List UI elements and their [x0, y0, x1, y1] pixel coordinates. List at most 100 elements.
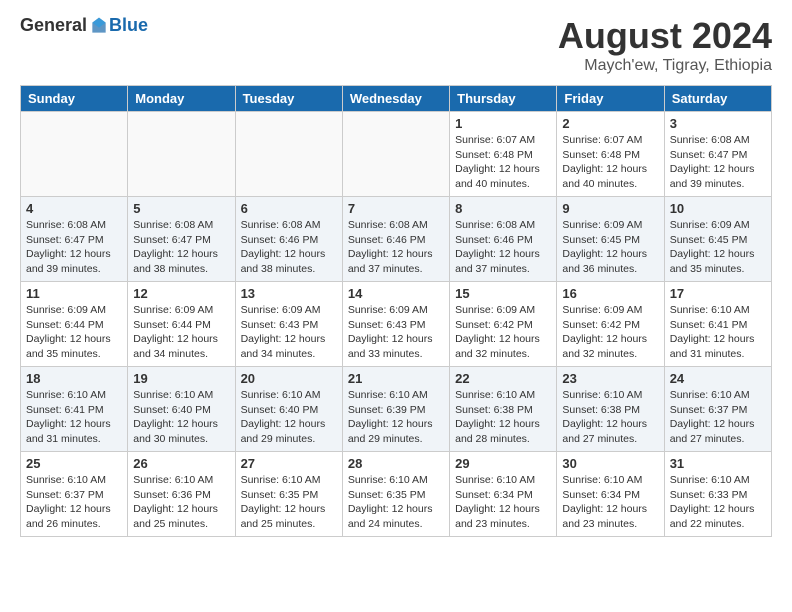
- day-number: 30: [562, 456, 658, 471]
- day-number: 27: [241, 456, 337, 471]
- day-info: Sunrise: 6:10 AM Sunset: 6:41 PM Dayligh…: [26, 388, 122, 447]
- day-info: Sunrise: 6:09 AM Sunset: 6:42 PM Dayligh…: [562, 303, 658, 362]
- day-info: Sunrise: 6:10 AM Sunset: 6:41 PM Dayligh…: [670, 303, 766, 362]
- calendar-cell: 1 Sunrise: 6:07 AM Sunset: 6:48 PM Daylig…: [450, 112, 557, 197]
- day-info: Sunrise: 6:10 AM Sunset: 6:33 PM Dayligh…: [670, 473, 766, 532]
- day-number: 1: [455, 116, 551, 131]
- day-info: Sunrise: 6:07 AM Sunset: 6:48 PM Dayligh…: [455, 133, 551, 192]
- calendar-cell: 23 Sunrise: 6:10 AM Sunset: 6:38 PM Dayli…: [557, 367, 664, 452]
- day-info: Sunrise: 6:10 AM Sunset: 6:38 PM Dayligh…: [455, 388, 551, 447]
- calendar-cell: 4 Sunrise: 6:08 AM Sunset: 6:47 PM Daylig…: [21, 197, 128, 282]
- calendar-cell: 28 Sunrise: 6:10 AM Sunset: 6:35 PM Dayli…: [342, 452, 449, 537]
- calendar-week-row: 4 Sunrise: 6:08 AM Sunset: 6:47 PM Daylig…: [21, 197, 772, 282]
- day-number: 25: [26, 456, 122, 471]
- day-info: Sunrise: 6:09 AM Sunset: 6:44 PM Dayligh…: [26, 303, 122, 362]
- day-number: 28: [348, 456, 444, 471]
- calendar-week-row: 1 Sunrise: 6:07 AM Sunset: 6:48 PM Daylig…: [21, 112, 772, 197]
- calendar-cell: 24Sunrise: 6:10 AM Sunset: 6:37 PM Dayli…: [664, 367, 771, 452]
- calendar-cell: 29Sunrise: 6:10 AM Sunset: 6:34 PM Dayli…: [450, 452, 557, 537]
- day-info: Sunrise: 6:09 AM Sunset: 6:45 PM Dayligh…: [670, 218, 766, 277]
- day-number: 10: [670, 201, 766, 216]
- day-info: Sunrise: 6:08 AM Sunset: 6:47 PM Dayligh…: [133, 218, 229, 277]
- calendar-cell: 21 Sunrise: 6:10 AM Sunset: 6:39 PM Dayli…: [342, 367, 449, 452]
- calendar-week-row: 11 Sunrise: 6:09 AM Sunset: 6:44 PM Dayli…: [21, 282, 772, 367]
- calendar-cell: 14 Sunrise: 6:09 AM Sunset: 6:43 PM Dayli…: [342, 282, 449, 367]
- calendar-cell: 5 Sunrise: 6:08 AM Sunset: 6:47 PM Daylig…: [128, 197, 235, 282]
- day-info: Sunrise: 6:10 AM Sunset: 6:40 PM Dayligh…: [133, 388, 229, 447]
- title-section: August 2024 Maych'ew, Tigray, Ethiopia: [558, 15, 772, 75]
- day-number: 2: [562, 116, 658, 131]
- calendar-day-header: Wednesday: [342, 86, 449, 112]
- calendar-week-row: 25Sunrise: 6:10 AM Sunset: 6:37 PM Dayli…: [21, 452, 772, 537]
- calendar-cell: 20Sunrise: 6:10 AM Sunset: 6:40 PM Dayli…: [235, 367, 342, 452]
- day-number: 6: [241, 201, 337, 216]
- calendar-day-header: Sunday: [21, 86, 128, 112]
- day-info: Sunrise: 6:09 AM Sunset: 6:43 PM Dayligh…: [348, 303, 444, 362]
- calendar-cell: 12Sunrise: 6:09 AM Sunset: 6:44 PM Dayli…: [128, 282, 235, 367]
- day-number: 13: [241, 286, 337, 301]
- day-info: Sunrise: 6:08 AM Sunset: 6:47 PM Dayligh…: [26, 218, 122, 277]
- calendar-week-row: 18Sunrise: 6:10 AM Sunset: 6:41 PM Dayli…: [21, 367, 772, 452]
- calendar-day-header: Monday: [128, 86, 235, 112]
- calendar-cell: [128, 112, 235, 197]
- day-info: Sunrise: 6:10 AM Sunset: 6:40 PM Dayligh…: [241, 388, 337, 447]
- calendar-cell: 2Sunrise: 6:07 AM Sunset: 6:48 PM Daylig…: [557, 112, 664, 197]
- calendar-cell: 26 Sunrise: 6:10 AM Sunset: 6:36 PM Dayli…: [128, 452, 235, 537]
- calendar-cell: 30Sunrise: 6:10 AM Sunset: 6:34 PM Dayli…: [557, 452, 664, 537]
- day-number: 17: [670, 286, 766, 301]
- calendar-table: SundayMondayTuesdayWednesdayThursdayFrid…: [20, 85, 772, 537]
- calendar-day-header: Thursday: [450, 86, 557, 112]
- calendar-cell: 3 Sunrise: 6:08 AM Sunset: 6:47 PM Daylig…: [664, 112, 771, 197]
- calendar-cell: [342, 112, 449, 197]
- day-number: 14: [348, 286, 444, 301]
- calendar-cell: 17 Sunrise: 6:10 AM Sunset: 6:41 PM Dayli…: [664, 282, 771, 367]
- calendar-day-header: Friday: [557, 86, 664, 112]
- logo: General Blue: [20, 15, 148, 36]
- calendar-cell: [235, 112, 342, 197]
- day-info: Sunrise: 6:09 AM Sunset: 6:44 PM Dayligh…: [133, 303, 229, 362]
- calendar-cell: 16Sunrise: 6:09 AM Sunset: 6:42 PM Dayli…: [557, 282, 664, 367]
- calendar-cell: 13Sunrise: 6:09 AM Sunset: 6:43 PM Dayli…: [235, 282, 342, 367]
- location-title: Maych'ew, Tigray, Ethiopia: [558, 57, 772, 75]
- day-number: 31: [670, 456, 766, 471]
- logo-blue: Blue: [109, 15, 148, 36]
- day-number: 23: [562, 371, 658, 386]
- day-info: Sunrise: 6:10 AM Sunset: 6:38 PM Dayligh…: [562, 388, 658, 447]
- day-number: 7: [348, 201, 444, 216]
- logo-text: General Blue: [20, 15, 148, 36]
- day-number: 4: [26, 201, 122, 216]
- calendar-cell: 18Sunrise: 6:10 AM Sunset: 6:41 PM Dayli…: [21, 367, 128, 452]
- calendar-cell: [21, 112, 128, 197]
- day-number: 26: [133, 456, 229, 471]
- calendar-cell: 19 Sunrise: 6:10 AM Sunset: 6:40 PM Dayli…: [128, 367, 235, 452]
- calendar-cell: 15Sunrise: 6:09 AM Sunset: 6:42 PM Dayli…: [450, 282, 557, 367]
- day-info: Sunrise: 6:08 AM Sunset: 6:47 PM Dayligh…: [670, 133, 766, 192]
- day-number: 11: [26, 286, 122, 301]
- day-info: Sunrise: 6:08 AM Sunset: 6:46 PM Dayligh…: [348, 218, 444, 277]
- calendar-cell: 8Sunrise: 6:08 AM Sunset: 6:46 PM Daylig…: [450, 197, 557, 282]
- logo-icon: [89, 16, 109, 36]
- day-info: Sunrise: 6:09 AM Sunset: 6:45 PM Dayligh…: [562, 218, 658, 277]
- calendar-cell: 31 Sunrise: 6:10 AM Sunset: 6:33 PM Dayli…: [664, 452, 771, 537]
- day-number: 8: [455, 201, 551, 216]
- day-number: 3: [670, 116, 766, 131]
- calendar-cell: 6 Sunrise: 6:08 AM Sunset: 6:46 PM Daylig…: [235, 197, 342, 282]
- page: General Blue August 2024 Maych'ew, Tigra…: [0, 0, 792, 612]
- calendar-cell: 9Sunrise: 6:09 AM Sunset: 6:45 PM Daylig…: [557, 197, 664, 282]
- day-info: Sunrise: 6:10 AM Sunset: 6:39 PM Dayligh…: [348, 388, 444, 447]
- day-number: 15: [455, 286, 551, 301]
- calendar-day-header: Tuesday: [235, 86, 342, 112]
- day-info: Sunrise: 6:10 AM Sunset: 6:35 PM Dayligh…: [241, 473, 337, 532]
- day-number: 5: [133, 201, 229, 216]
- day-number: 21: [348, 371, 444, 386]
- calendar-day-header: Saturday: [664, 86, 771, 112]
- day-info: Sunrise: 6:10 AM Sunset: 6:35 PM Dayligh…: [348, 473, 444, 532]
- day-info: Sunrise: 6:08 AM Sunset: 6:46 PM Dayligh…: [241, 218, 337, 277]
- day-info: Sunrise: 6:10 AM Sunset: 6:36 PM Dayligh…: [133, 473, 229, 532]
- day-number: 19: [133, 371, 229, 386]
- calendar-cell: 7 Sunrise: 6:08 AM Sunset: 6:46 PM Daylig…: [342, 197, 449, 282]
- header: General Blue August 2024 Maych'ew, Tigra…: [20, 15, 772, 75]
- logo-general: General: [20, 15, 87, 36]
- day-number: 29: [455, 456, 551, 471]
- calendar-cell: 10 Sunrise: 6:09 AM Sunset: 6:45 PM Dayli…: [664, 197, 771, 282]
